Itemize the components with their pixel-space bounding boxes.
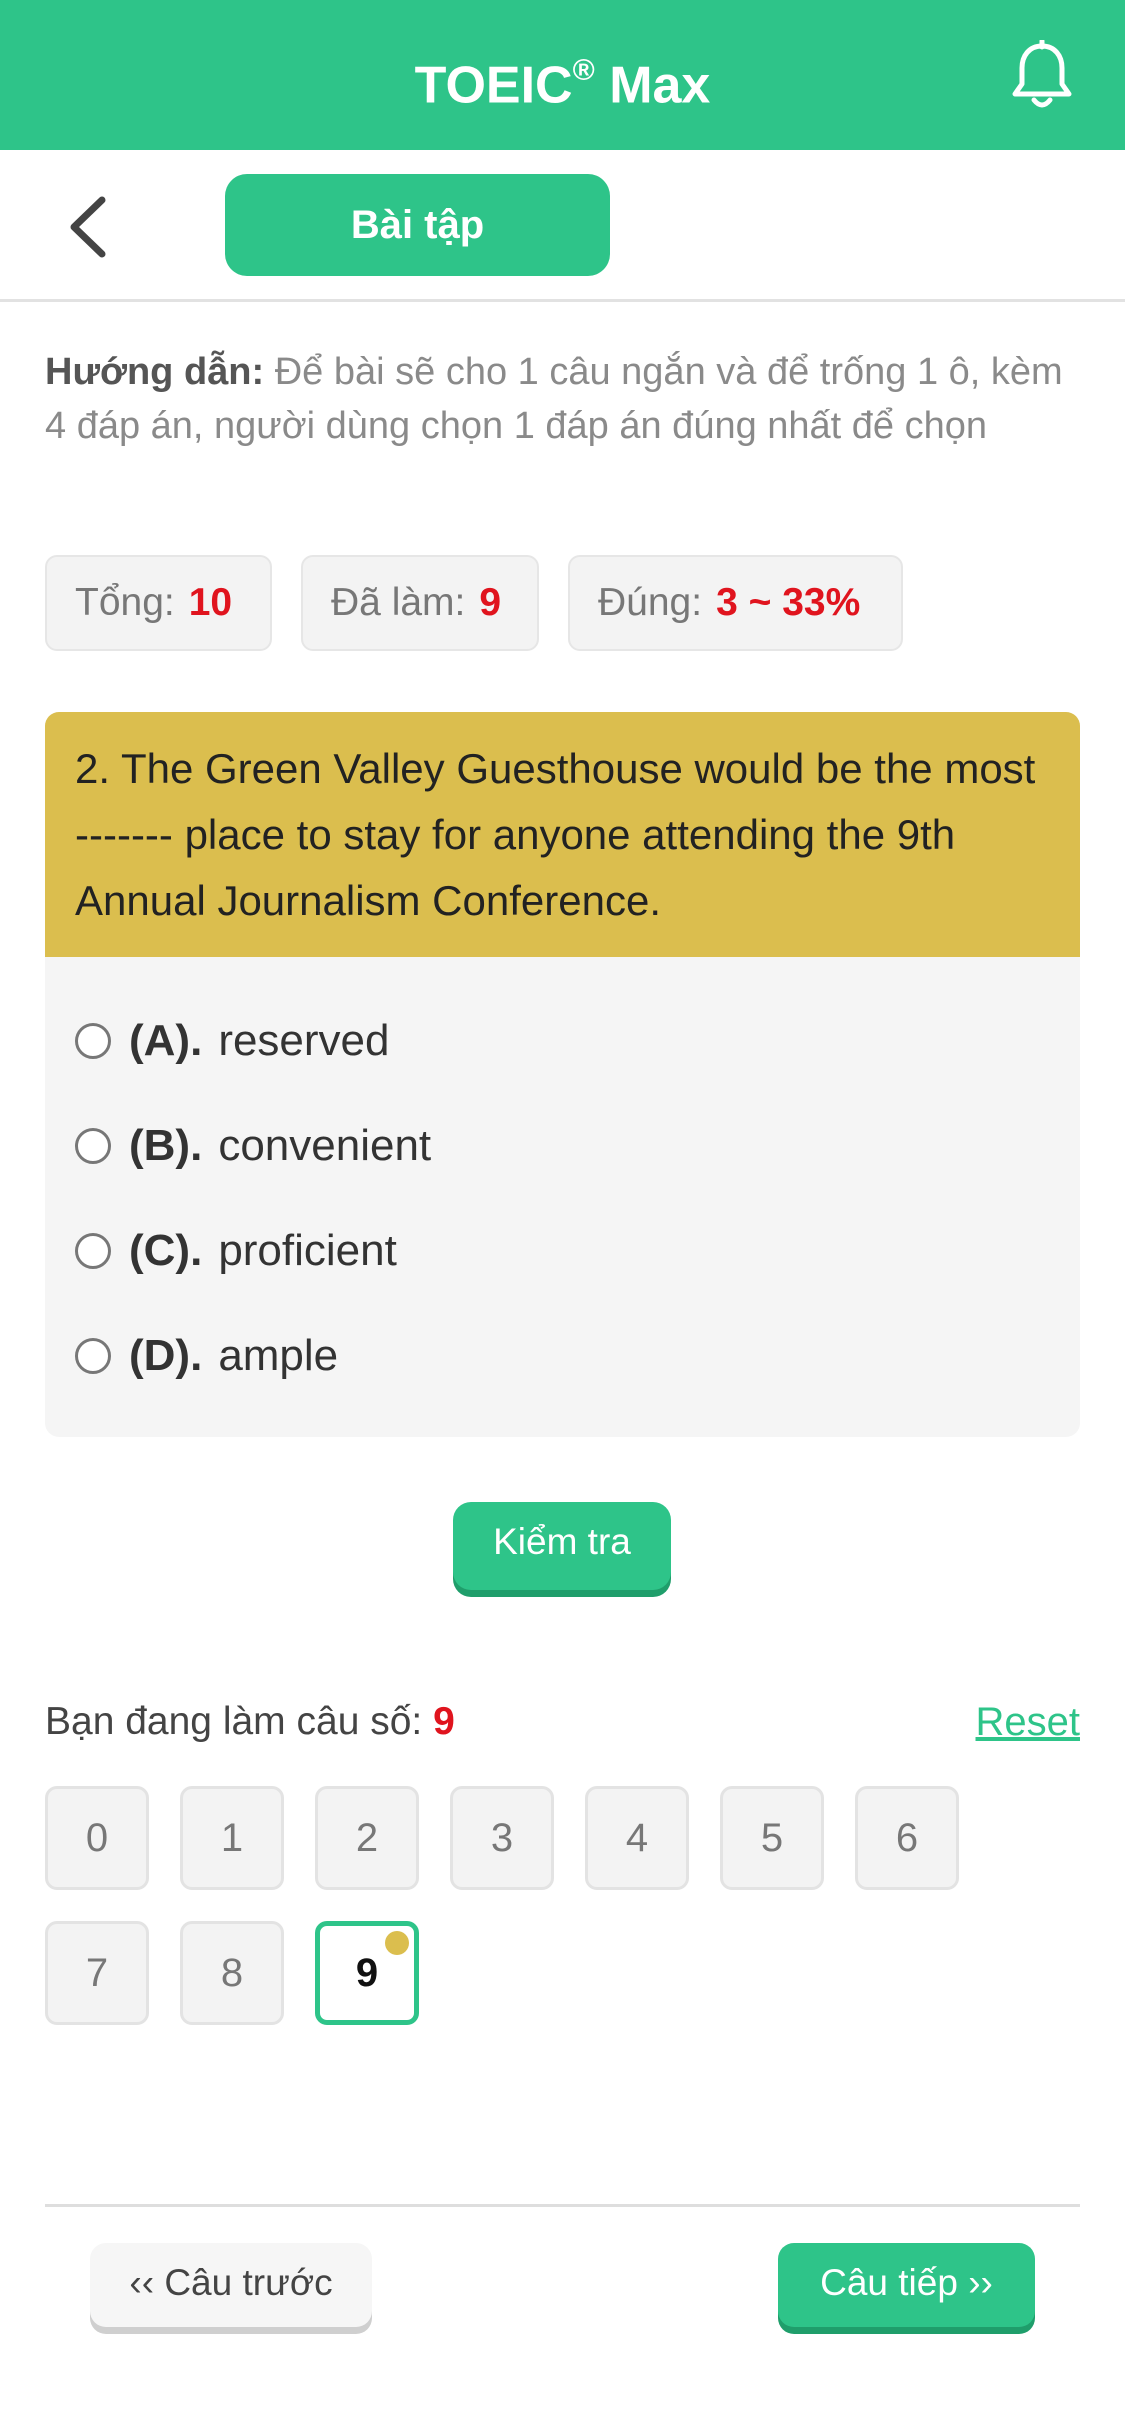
question-number-button[interactable]: 5 <box>720 1786 824 1890</box>
question-number-button[interactable]: 0 <box>45 1786 149 1890</box>
bell-icon[interactable] <box>1010 40 1074 110</box>
question-number-button[interactable]: 1 <box>180 1786 284 1890</box>
status-dot <box>385 1931 409 1955</box>
question-number-button[interactable]: 3 <box>450 1786 554 1890</box>
radio-button[interactable] <box>75 1023 111 1059</box>
app-title: TOEIC® Max <box>414 54 711 115</box>
option-b[interactable]: (B). convenient <box>75 1116 431 1176</box>
previous-question-button[interactable]: ‹‹ Câu trước <box>90 2243 372 2327</box>
check-button[interactable]: Kiểm tra <box>453 1502 671 1590</box>
question-number-button[interactable]: 4 <box>585 1786 689 1890</box>
question-number-button[interactable]: 2 <box>315 1786 419 1890</box>
question-card: 2. The Green Valley Guesthouse would be … <box>45 712 1080 1437</box>
instructions-label: Hướng dẫn: <box>45 351 265 393</box>
question-text: 2. The Green Valley Guesthouse would be … <box>45 712 1080 957</box>
stat-done: Đã làm: 9 <box>301 555 539 651</box>
reset-link[interactable]: Reset <box>976 1700 1081 1745</box>
tab-exercises[interactable]: Bài tập <box>225 174 610 276</box>
stat-correct: Đúng: 3 ~ 33% <box>568 555 903 651</box>
next-question-button[interactable]: Câu tiếp ›› <box>778 2243 1035 2327</box>
question-number-button[interactable]: 6 <box>855 1786 959 1890</box>
question-number-button[interactable]: 8 <box>180 1921 284 2025</box>
sub-navigation: Bài tập <box>0 150 1125 302</box>
question-number-button[interactable]: 7 <box>45 1921 149 2025</box>
radio-button[interactable] <box>75 1338 111 1374</box>
app-header: TOEIC® Max <box>0 0 1125 150</box>
radio-button[interactable] <box>75 1128 111 1164</box>
chevron-left-icon[interactable] <box>60 192 120 262</box>
current-question-indicator: Bạn đang làm câu số: 9 <box>45 1700 455 1743</box>
divider <box>45 2204 1080 2207</box>
option-d[interactable]: (D). ample <box>75 1326 338 1386</box>
option-a[interactable]: (A). reserved <box>75 1011 390 1071</box>
option-c[interactable]: (C). proficient <box>75 1221 397 1281</box>
radio-button[interactable] <box>75 1233 111 1269</box>
question-number-button-active[interactable]: 9 <box>315 1921 419 2025</box>
instructions: Hướng dẫn: Để bài sẽ cho 1 câu ngắn và đ… <box>45 345 1085 453</box>
stat-total: Tổng: 10 <box>45 555 272 651</box>
